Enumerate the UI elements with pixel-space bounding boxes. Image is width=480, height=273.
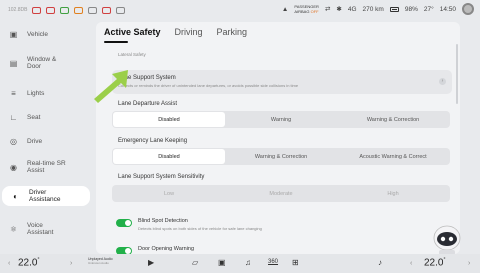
airbag-indicator: PASSENGER AIRBAG OFF <box>294 4 319 14</box>
elk-option-disabled[interactable]: Disabled <box>113 149 225 164</box>
lda-option-disabled[interactable]: Disabled <box>113 112 225 127</box>
lane-support-system-card[interactable]: Lane Support System Corrects or reminds … <box>112 70 452 94</box>
navigation-icon: ▲ <box>281 5 289 13</box>
car-shortcut-icon[interactable]: ▣ <box>218 258 226 267</box>
sensitivity-option-moderate[interactable]: Moderate <box>225 186 337 201</box>
sidebar-item-lights[interactable]: ≡ Lights <box>0 89 90 98</box>
outside-temp: 27° <box>423 5 434 13</box>
dow-row: Door Opening Warning <box>116 246 194 254</box>
battery-text: 98% <box>404 5 418 13</box>
play-icon[interactable]: ▶ <box>148 258 154 267</box>
home-icon[interactable]: ▱ <box>192 258 198 267</box>
warning-icon <box>32 6 42 14</box>
lamp-icon <box>88 6 98 14</box>
sidebar-item-seat[interactable]: ∟ Seat <box>0 113 90 122</box>
status-bar: 102.8DB ▲ PASSENGER AIRBAG OFF ⇄ ✱ 4G 27… <box>0 0 480 20</box>
window-icon: ▤ <box>9 58 18 68</box>
settings-sidebar: ▣ Vehicle ▤ Window & Door ≡ Lights ∟ Sea… <box>0 22 92 254</box>
light-icon: ≡ <box>11 89 16 98</box>
sensitivity-selector: Low Moderate High <box>112 185 450 202</box>
sidebar-item-driver-assistance[interactable]: ◐ Driver Assistance <box>2 186 90 206</box>
settings-panel: Active Safety Driving Parking Lateral Sa… <box>96 22 460 254</box>
elk-title: Emergency Lane Keeping <box>118 138 188 144</box>
sidebar-item-drive[interactable]: ◎ Drive <box>0 137 90 146</box>
link-icon: ⇄ <box>324 6 331 13</box>
driver-assist-icon: ◐ <box>13 191 18 201</box>
tab-driving[interactable]: Driving <box>175 27 203 37</box>
elk-selector: Disabled Warning & Correction Acoustic W… <box>112 148 450 165</box>
dow-title: Door Opening Warning <box>138 246 195 252</box>
apps-icon[interactable]: ⊞ <box>292 258 299 267</box>
lda-selector: Disabled Warning Warning & Correction <box>112 111 450 128</box>
bluetooth-icon: ✱ <box>336 6 342 13</box>
sensitivity-option-high[interactable]: High <box>337 186 449 201</box>
left-temp-down-icon[interactable]: ‹ <box>8 260 10 267</box>
abs-icon <box>46 6 56 14</box>
sidebar-item-window-door[interactable]: ▤ Window & Door <box>0 56 90 70</box>
steering-icon: ◎ <box>10 137 17 146</box>
seatbelt-icon <box>60 6 70 14</box>
tire-icon <box>74 6 84 14</box>
scrollbar[interactable] <box>456 44 458 104</box>
profile-avatar[interactable] <box>462 3 474 15</box>
sensitivity-option-low[interactable]: Low <box>113 186 225 201</box>
tab-bar: Active Safety Driving Parking <box>104 27 247 37</box>
signal-text: 4G <box>347 5 357 13</box>
tab-indicator <box>104 41 128 43</box>
right-temp-down-icon[interactable]: ‹ <box>410 260 412 267</box>
bsd-title: Blind Spot Detection <box>138 218 188 224</box>
tab-parking[interactable]: Parking <box>217 27 248 37</box>
voice-icon: ⚛ <box>9 224 18 234</box>
fog-icon <box>116 6 126 14</box>
sensitivity-title: Lane Support System Sensitivity <box>118 174 205 180</box>
elk-option-acoustic[interactable]: Acoustic Warning & Correct <box>337 149 449 164</box>
status-left-text: 102.8DB <box>8 7 28 13</box>
lda-option-warning-correction[interactable]: Warning & Correction <box>337 112 449 127</box>
bsd-subtitle: Detects blind spots on both sides of the… <box>138 226 262 231</box>
lss-subtitle: Corrects or reminds the driver of uninte… <box>118 83 299 88</box>
auto-icon <box>102 6 112 14</box>
right-temperature[interactable]: 22.0° <box>424 257 445 268</box>
battery-icon <box>389 6 399 12</box>
dow-toggle[interactable] <box>116 247 132 254</box>
sidebar-item-voice-assistant[interactable]: ⚛ Voice Assistant <box>0 222 90 236</box>
right-temp-up-icon[interactable]: › <box>468 260 470 267</box>
clock: 14:50 <box>439 5 456 13</box>
tab-active-safety[interactable]: Active Safety <box>104 27 161 37</box>
range-text: 270 km <box>362 5 384 13</box>
sidebar-item-vehicle[interactable]: ▣ Vehicle <box>0 30 90 39</box>
volume-icon[interactable]: ♪ <box>378 258 382 267</box>
left-temp-up-icon[interactable]: › <box>70 260 72 267</box>
seat-icon: ∟ <box>9 113 18 122</box>
media-widget[interactable]: Unplayed Audio Unknown Audio <box>88 257 113 265</box>
info-icon[interactable]: › <box>439 78 446 85</box>
elk-option-warning-correction[interactable]: Warning & Correction <box>225 149 337 164</box>
lda-option-warning[interactable]: Warning <box>225 112 337 127</box>
car-icon: ▣ <box>9 30 18 39</box>
bsd-row: Blind Spot Detection Detects blind spots… <box>116 218 262 231</box>
left-temperature[interactable]: 22.0° <box>18 257 39 268</box>
assistant-robot-icon[interactable] <box>430 224 464 256</box>
camera-360-icon[interactable]: 360 <box>268 259 278 265</box>
section-label: Lateral Safety <box>118 52 146 57</box>
pointer-arrow-icon <box>94 70 128 103</box>
radar-icon: ◉ <box>10 162 17 172</box>
sidebar-item-sr-assist[interactable]: ◉ Real-time SR Assist <box>0 160 90 174</box>
bsd-toggle[interactable] <box>116 219 132 227</box>
music-icon[interactable]: ♫ <box>245 258 251 267</box>
media-subtitle: Unknown Audio <box>88 261 109 265</box>
bottom-dock: ‹ 22.0° › Unplayed Audio Unknown Audio ▶… <box>0 254 480 273</box>
